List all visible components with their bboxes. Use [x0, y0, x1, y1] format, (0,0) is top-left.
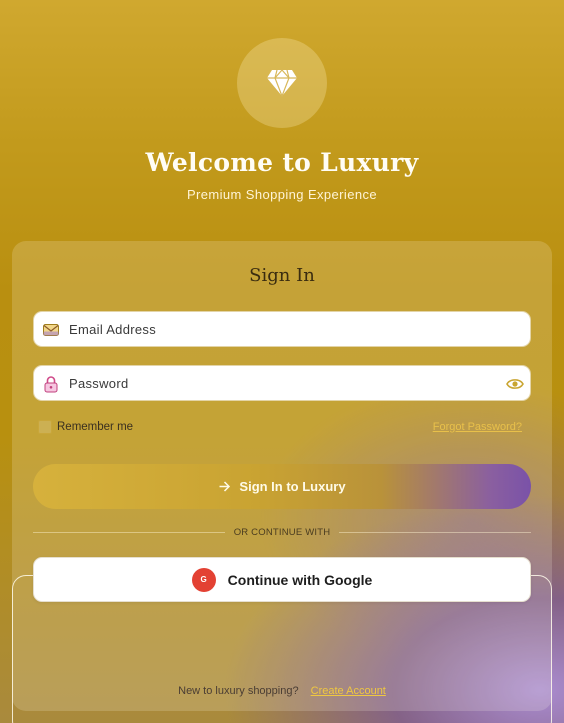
email-field[interactable] [33, 311, 531, 347]
email-input[interactable] [69, 312, 499, 346]
google-button-label: Continue with Google [227, 571, 373, 588]
remember-label: Remember me [57, 421, 134, 433]
page-subtitle: Premium Shopping Experience [186, 187, 377, 202]
remember-me[interactable]: Remember me [38, 420, 133, 434]
password-field[interactable] [33, 365, 531, 401]
eye-icon[interactable] [506, 375, 524, 393]
forgot-password-link[interactable]: Forgot Password? [433, 421, 522, 433]
lock-icon [44, 376, 58, 393]
google-icon: G [191, 567, 216, 592]
signup-prompt: New to luxury shopping? Create Account [0, 685, 564, 697]
signin-button-label: Sign In to Luxury [239, 479, 346, 494]
card-title: Sign In [249, 265, 315, 286]
signup-prompt-text: New to luxury shopping? [178, 685, 299, 697]
password-input[interactable] [69, 366, 499, 400]
arrow-right-icon [219, 481, 231, 492]
logo-badge [237, 38, 327, 128]
create-account-link[interactable]: Create Account [311, 685, 386, 697]
envelope-icon [43, 324, 59, 336]
remember-checkbox[interactable] [38, 420, 52, 434]
page-title: Welcome to Luxury [145, 148, 419, 177]
signin-button[interactable]: Sign In to Luxury [33, 464, 531, 509]
divider-text: OR CONTINUE WITH [233, 527, 331, 538]
diamond-icon [267, 69, 297, 97]
google-signin-button[interactable]: G Continue with Google [33, 557, 531, 602]
